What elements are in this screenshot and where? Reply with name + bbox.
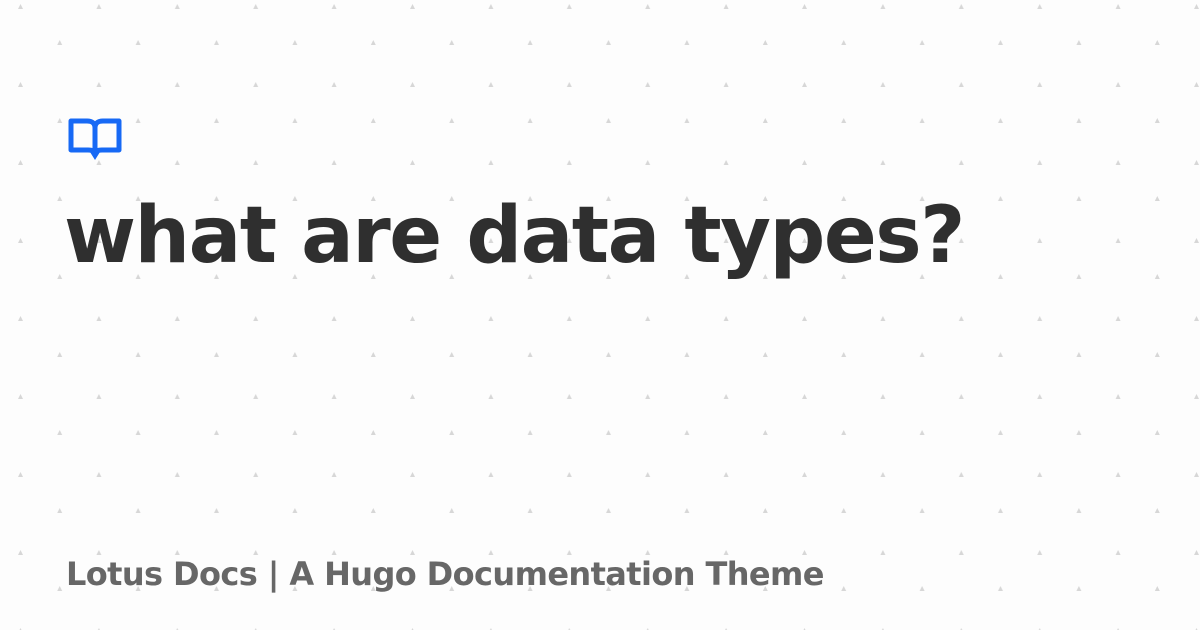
page-title: what are data types?	[64, 191, 965, 281]
background-dot-pattern	[0, 0, 1200, 630]
site-caption: Lotus Docs | A Hugo Documentation Theme	[66, 555, 824, 593]
book-open-icon	[68, 118, 122, 160]
